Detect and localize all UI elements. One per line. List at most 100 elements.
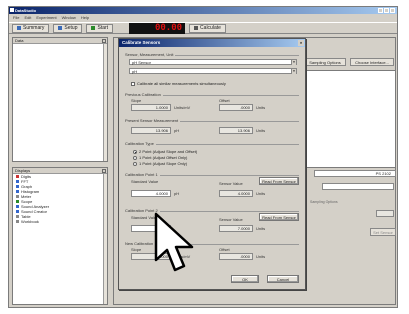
prev-slope-unit: Units/mV xyxy=(174,105,191,110)
sound-creator-icon xyxy=(16,210,19,213)
type-section-label: Calibration Type xyxy=(125,141,156,146)
read-from-sensor-button-1[interactable]: Read From Sensor xyxy=(259,177,299,185)
choose-interface-button[interactable]: Choose Interface... xyxy=(350,58,394,66)
sampling-options-button[interactable]: Sampling Options xyxy=(304,58,346,66)
menu-file[interactable]: File xyxy=(13,15,19,21)
window-controls xyxy=(378,8,395,13)
menu-edit[interactable]: Edit xyxy=(24,15,31,21)
sensor-dropdown[interactable]: pH Sensor ▼ xyxy=(129,59,297,65)
close-icon[interactable] xyxy=(102,168,106,173)
displays-list: Digits FFT Graph Histogram Meter Scope S… xyxy=(13,174,107,224)
app-titlebar: DataStudio xyxy=(9,7,397,14)
present-raw-unit: Units xyxy=(256,128,266,133)
play-icon xyxy=(91,26,96,30)
radio-circle xyxy=(133,149,137,154)
summary-button[interactable]: Summary xyxy=(12,23,50,33)
measurement-dropdown[interactable]: pH ▼ xyxy=(129,68,297,74)
digits-icon xyxy=(16,175,19,178)
present-value-field: 13.906 xyxy=(131,127,171,134)
menu-help[interactable]: Help xyxy=(81,15,89,21)
menu-window[interactable]: Window xyxy=(62,15,76,21)
display-item-workbook[interactable]: Workbook xyxy=(13,219,107,224)
interface-image-area xyxy=(304,70,396,168)
sensor-select[interactable] xyxy=(322,183,394,190)
sensor-dropdown-value: pH Sensor xyxy=(132,60,151,65)
displays-panel: Displays Digits FFT Graph Histogram Mete… xyxy=(12,167,108,305)
new-slope-label: Slope xyxy=(131,247,142,252)
sensor-section-label: Sensor, Measurement, Unit xyxy=(125,52,176,57)
two-point-radio[interactable]: 2 Point (Adjust Slope and Offset) xyxy=(133,149,197,154)
new-offset-field: .0000 xyxy=(219,253,253,260)
calibrate-all-checkbox[interactable]: Calibrate all similar measurements simul… xyxy=(131,81,226,86)
sampling-options-label: Sampling Options xyxy=(310,200,338,204)
maximize-button[interactable] xyxy=(384,8,389,13)
close-window-button[interactable] xyxy=(390,8,395,13)
sensor-value-label: Sensor Value xyxy=(219,181,243,186)
data-panel-header: Data xyxy=(13,38,107,44)
prev-slope-label: Slope xyxy=(131,98,142,103)
sensor-value-label-2: Sensor Value xyxy=(219,217,243,222)
point1-standard-unit: pH xyxy=(174,191,180,196)
display-label: Workbook xyxy=(21,219,39,224)
radio-label: 2 Point (Adjust Slope and Offset) xyxy=(139,149,198,154)
previous-section-label: Previous Calibration xyxy=(125,92,163,97)
summary-label: Summary xyxy=(23,25,45,31)
prev-offset-field: .0000 xyxy=(219,104,253,111)
point2-sensor-field: 7.0000 xyxy=(219,225,253,232)
main-toolbar: Summary Setup Start 00.00 Calculate xyxy=(9,22,397,34)
radio-label: 1 Point (Adjust Offset Only) xyxy=(139,155,188,160)
rate-field[interactable] xyxy=(376,210,394,217)
summary-icon xyxy=(17,26,21,30)
setup-icon xyxy=(58,26,63,30)
data-scrollbar[interactable] xyxy=(103,44,107,161)
measurement-display: 00.00 xyxy=(129,22,186,34)
prev-offset-unit: Units xyxy=(256,105,266,110)
cancel-button[interactable]: Cancel xyxy=(267,275,299,283)
histogram-icon xyxy=(16,190,19,193)
displays-scrollbar[interactable] xyxy=(103,174,107,304)
minimize-button[interactable] xyxy=(378,8,383,13)
set-sensor-button[interactable]: Set Sensor xyxy=(370,228,396,236)
point2-sensor-unit: Units xyxy=(256,226,266,231)
dialog-close-button[interactable]: × xyxy=(298,40,304,46)
ok-button[interactable]: OK xyxy=(231,275,259,283)
close-icon[interactable] xyxy=(102,38,106,43)
one-point-slope-radio[interactable]: 1 Point (Adjust Slope Only) xyxy=(133,161,187,166)
measurement-dropdown-value: pH xyxy=(132,69,138,74)
point1-sensor-field: 4.0000 xyxy=(219,190,253,197)
mouse-cursor-icon xyxy=(154,212,194,272)
start-button[interactable]: Start xyxy=(86,23,114,33)
table-icon xyxy=(16,215,19,218)
menu-experiment[interactable]: Experiment xyxy=(36,15,56,21)
dialog-titlebar: Calibrate Sensors × xyxy=(119,39,305,47)
fft-icon xyxy=(16,180,19,183)
checkbox-box xyxy=(131,81,135,86)
chevron-down-icon: ▼ xyxy=(291,60,296,65)
calibrate-all-label: Calibrate all similar measurements simul… xyxy=(137,81,226,86)
setup-label: Setup xyxy=(64,25,78,31)
displays-panel-title: Displays xyxy=(15,168,31,173)
start-label: Start xyxy=(97,25,109,31)
calculator-icon xyxy=(194,26,199,30)
scope-icon xyxy=(16,200,19,203)
chevron-down-icon: ▼ xyxy=(291,69,296,74)
one-point-offset-radio[interactable]: 1 Point (Adjust Offset Only) xyxy=(133,155,187,160)
setup-button[interactable]: Setup xyxy=(53,23,83,33)
calibrate-sensors-dialog: Calibrate Sensors × Sensor, Measurement,… xyxy=(118,38,306,290)
point1-standard-input[interactable]: 4.0000 xyxy=(131,190,171,197)
meter-icon xyxy=(16,195,19,198)
dialog-title: Calibrate Sensors xyxy=(122,40,161,45)
point1-sensor-unit: Units xyxy=(256,191,266,196)
radio-circle xyxy=(133,161,137,166)
radio-label: 1 Point (Adjust Slope Only) xyxy=(139,161,188,166)
read-from-sensor-button-2[interactable]: Read From Sensor xyxy=(259,213,299,221)
present-section-label: Present Sensor Measurement xyxy=(125,118,181,123)
data-panel-title: Data xyxy=(15,38,24,43)
sound-analyzer-icon xyxy=(16,205,19,208)
menu-bar: File Edit Experiment Window Help xyxy=(9,15,397,21)
calculate-button[interactable]: Calculate xyxy=(189,23,226,33)
prev-offset-label: Offset xyxy=(219,98,230,103)
radio-circle xyxy=(133,155,137,160)
standard-value-label: Standard Value xyxy=(131,179,159,184)
graph-icon xyxy=(16,185,19,188)
